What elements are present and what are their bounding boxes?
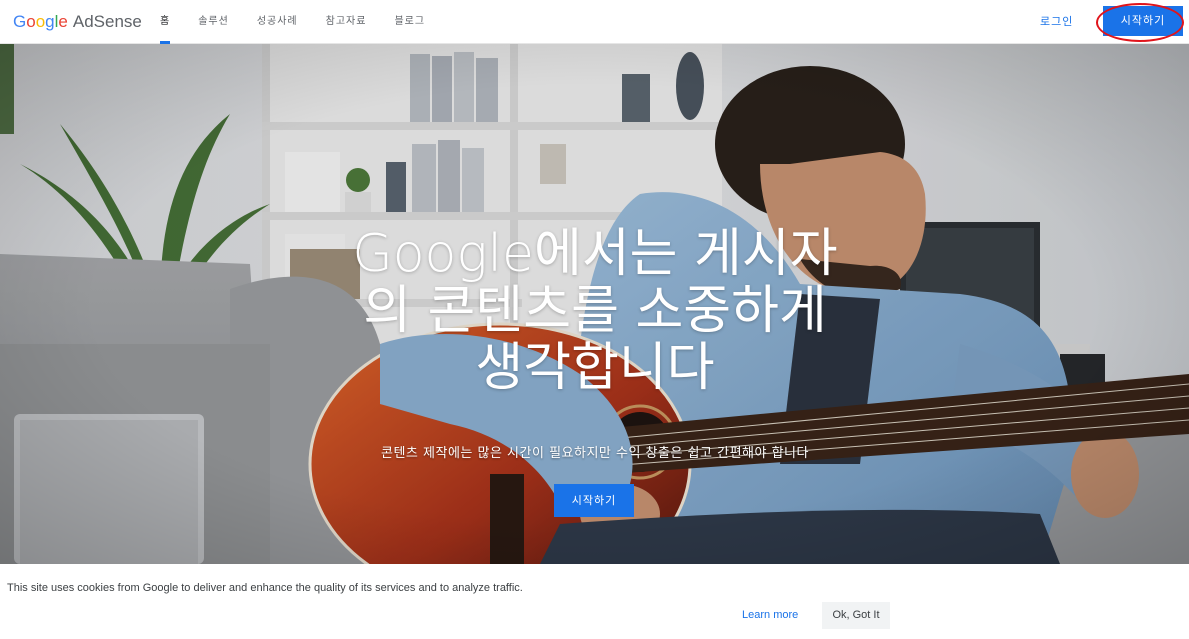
logo-letter: o [35,12,46,31]
hero-subtitle: 콘텐츠 제작에는 많은 시간이 필요하지만 수익 창출은 쉽고 간편해야 합니다 [381,446,809,461]
cookie-consent-bar: This site uses cookies from Google to de… [0,564,1189,639]
nav-item-blog[interactable]: 블로그 [394,0,425,44]
nav-item-success-stories[interactable]: 성공사례 [257,0,298,44]
google-adsense-logo[interactable]: Google AdSense [13,12,142,32]
main-nav: 홈 솔루션 성공사례 참고자료 블로그 [160,0,453,44]
login-link[interactable]: 로그인 [1040,0,1073,44]
logo-letter: e [58,12,68,31]
hero-headline: Google에서는 게시자 의 콘텐츠를 소중하게 생각합니다 [260,226,930,397]
logo-product-name: AdSense [72,12,142,31]
logo-letter: g [45,12,55,31]
cookie-notice-text: This site uses cookies from Google to de… [7,582,523,594]
nav-item-home[interactable]: 홈 [160,0,171,44]
hero-headline-line: 의 콘텐츠를 소중하게 [363,281,827,341]
learn-more-link[interactable]: Learn more [742,602,798,628]
hero-headline-line: Google에서는 게시자 [352,224,838,284]
hero-section: Google에서는 게시자 의 콘텐츠를 소중하게 생각합니다 콘텐츠 제작에는… [0,44,1189,564]
header-start-button[interactable]: 시작하기 [1103,6,1183,36]
top-nav-bar: Google AdSense 홈 솔루션 성공사례 참고자료 블로그 로그인 시… [0,0,1189,44]
hero-start-button[interactable]: 시작하기 [554,484,634,517]
ok-got-it-button[interactable]: Ok, Got It [822,602,890,629]
nav-item-solutions[interactable]: 솔루션 [198,0,229,44]
logo-letter: G [13,12,27,31]
hero-headline-line: 생각합니다 [475,338,715,398]
logo-letter: o [26,12,36,31]
nav-item-resources[interactable]: 참고자료 [326,0,367,44]
